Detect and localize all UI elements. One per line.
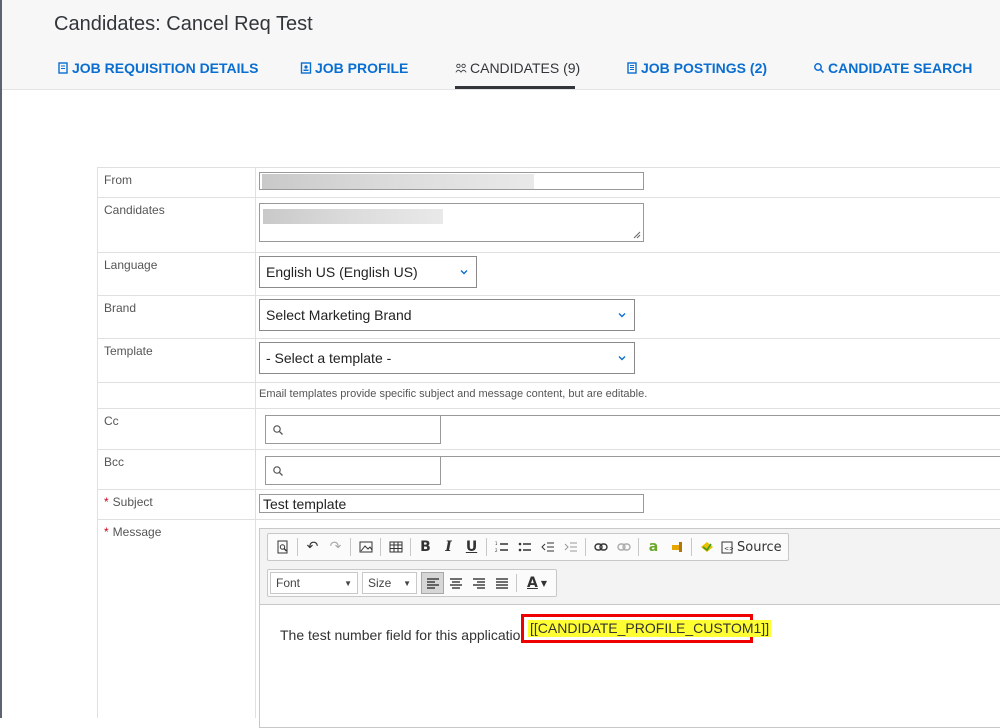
- active-tab-indicator: [455, 86, 575, 89]
- align-center-icon[interactable]: [444, 572, 467, 594]
- merge-token-highlight: [[CANDIDATE_PROFILE_CUSTOM1]]: [521, 614, 772, 643]
- redacted-candidates: [263, 209, 443, 224]
- subject-row: * Subject Test template: [98, 489, 1000, 519]
- tab-job-postings[interactable]: JOB POSTINGS (2): [626, 59, 767, 77]
- language-row: Language English US (English US): [98, 252, 1000, 295]
- table-icon[interactable]: [384, 536, 407, 558]
- align-left-icon[interactable]: [421, 572, 444, 594]
- brand-select[interactable]: Select Marketing Brand: [259, 299, 635, 331]
- subject-value: Test template: [263, 495, 347, 512]
- tab-job-profile[interactable]: JOB PROFILE: [300, 59, 408, 77]
- bulleted-list-icon[interactable]: [513, 536, 536, 558]
- profile-icon: [300, 62, 312, 74]
- chevron-down-icon: [618, 356, 626, 361]
- redacted-email: [262, 174, 534, 189]
- tab-label: JOB REQUISITION DETAILS: [72, 60, 259, 76]
- tab-label: CANDIDATES (9): [470, 60, 581, 76]
- template-hint-row: Email templates provide specific subject…: [98, 382, 1000, 408]
- numbered-list-icon[interactable]: 12: [490, 536, 513, 558]
- source-button[interactable]: <> Source: [718, 536, 785, 558]
- preview-icon[interactable]: [271, 536, 294, 558]
- font-select[interactable]: Font ▼: [270, 572, 358, 594]
- svg-text:<>: <>: [724, 545, 733, 552]
- align-right-icon[interactable]: [467, 572, 490, 594]
- svg-text:2: 2: [495, 548, 498, 553]
- candidates-row: Candidates: [98, 197, 1000, 252]
- bold-button[interactable]: B: [414, 536, 437, 558]
- toolbar-row-2: Font ▼ Size ▼ A ▼: [267, 569, 557, 597]
- template-hint: Email templates provide specific subject…: [259, 388, 648, 400]
- bcc-label: Bcc: [104, 455, 125, 469]
- search-icon: [813, 62, 825, 74]
- redo-icon[interactable]: ↷: [324, 536, 347, 558]
- subject-label: * Subject: [104, 495, 153, 509]
- text-color-button[interactable]: A ▼: [520, 572, 554, 594]
- size-select[interactable]: Size ▼: [362, 572, 417, 594]
- tab-job-requisition-details[interactable]: JOB REQUISITION DETAILS: [57, 59, 258, 77]
- cc-row: Cc: [98, 408, 1000, 449]
- cc-label: Cc: [104, 414, 119, 428]
- image-icon[interactable]: [354, 536, 377, 558]
- merge-token[interactable]: [[CANDIDATE_PROFILE_CUSTOM1]]: [528, 620, 772, 637]
- template-plugin-icon[interactable]: [695, 536, 718, 558]
- underline-button[interactable]: U: [460, 536, 483, 558]
- required-marker: *: [104, 525, 109, 539]
- increase-indent-icon[interactable]: [559, 536, 582, 558]
- brand-label: Brand: [104, 301, 137, 315]
- merge-field-icon[interactable]: [665, 536, 688, 558]
- template-value: - Select a template -: [266, 350, 392, 366]
- bcc-row: Bcc: [98, 449, 1000, 489]
- tab-candidates[interactable]: CANDIDATES (9): [455, 59, 580, 77]
- left-edge-bar: [0, 0, 2, 718]
- message-body-text[interactable]: The test number field for this applicati…: [280, 627, 542, 643]
- required-marker: *: [104, 495, 109, 509]
- postings-icon: [626, 62, 638, 74]
- subject-input[interactable]: Test template: [259, 494, 644, 513]
- candidates-label: Candidates: [104, 203, 165, 217]
- language-select[interactable]: English US (English US): [259, 256, 477, 288]
- document-icon: [57, 62, 69, 74]
- search-icon: [273, 425, 283, 435]
- editor-toolbar: ↶ ↷ B I U 12 a <> Source Font ▼ Size ▼ A…: [260, 529, 1000, 605]
- tab-label: JOB PROFILE: [315, 60, 409, 76]
- candidates-textarea[interactable]: [259, 203, 644, 242]
- from-label: From: [104, 173, 132, 187]
- cc-field-border: [441, 415, 1000, 416]
- toolbar-row-1: ↶ ↷ B I U 12 a <> Source: [267, 533, 789, 561]
- cc-search-input[interactable]: [265, 415, 441, 444]
- chevron-down-icon: [618, 313, 626, 318]
- align-justify-icon[interactable]: [490, 572, 513, 594]
- resize-handle-icon[interactable]: [633, 231, 641, 239]
- brand-row: Brand Select Marketing Brand: [98, 295, 1000, 338]
- from-row: From: [98, 167, 1000, 197]
- unlink-icon[interactable]: [612, 536, 635, 558]
- language-label: Language: [104, 258, 158, 272]
- language-value: English US (English US): [266, 264, 418, 280]
- undo-icon[interactable]: ↶: [301, 536, 324, 558]
- tab-label: CANDIDATE SEARCH: [828, 60, 973, 76]
- bcc-field-border: [441, 456, 1000, 457]
- italic-button[interactable]: I: [437, 536, 460, 558]
- brand-value: Select Marketing Brand: [266, 307, 412, 323]
- decrease-indent-icon[interactable]: [536, 536, 559, 558]
- from-field[interactable]: [259, 172, 644, 190]
- tab-candidate-search[interactable]: CANDIDATE SEARCH: [813, 59, 972, 77]
- template-label: Template: [104, 344, 153, 358]
- chevron-down-icon: [460, 270, 468, 275]
- message-label: * Message: [104, 525, 162, 539]
- svg-text:1: 1: [495, 541, 498, 546]
- template-select[interactable]: - Select a template -: [259, 342, 635, 374]
- page-title: Candidates: Cancel Req Test: [54, 13, 313, 35]
- search-icon: [273, 466, 283, 476]
- link-icon[interactable]: [589, 536, 612, 558]
- spellcheck-icon[interactable]: a: [642, 536, 665, 558]
- people-icon: [455, 62, 467, 74]
- tab-label: JOB POSTINGS (2): [641, 60, 768, 76]
- template-row: Template - Select a template -: [98, 338, 1000, 382]
- bcc-search-input[interactable]: [265, 456, 441, 485]
